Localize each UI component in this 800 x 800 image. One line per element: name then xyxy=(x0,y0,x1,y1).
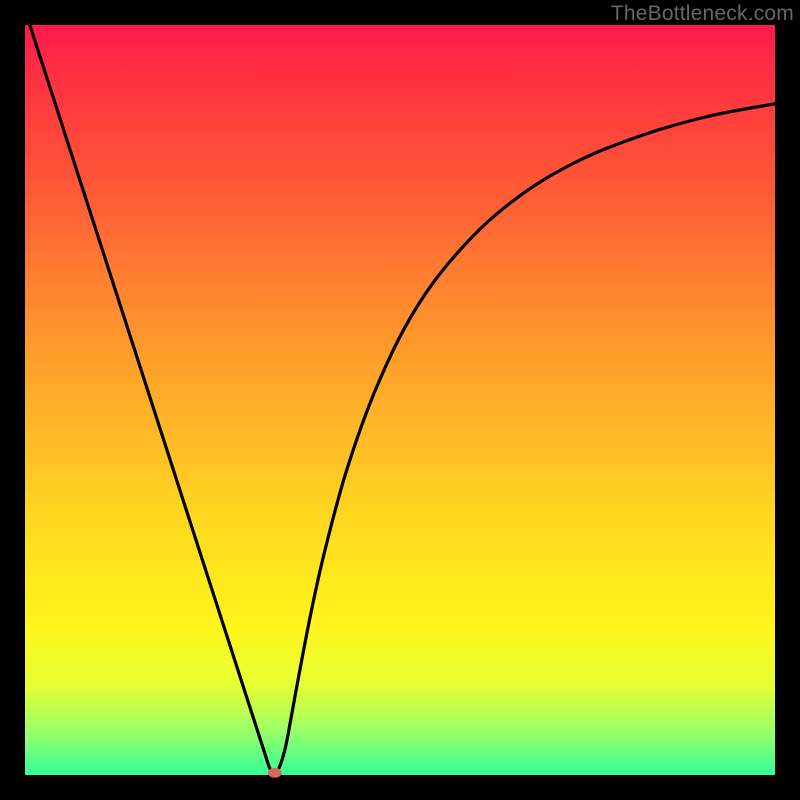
bottleneck-marker xyxy=(268,768,282,778)
curve-svg xyxy=(25,25,775,775)
plot-area xyxy=(25,25,775,775)
watermark-text: TheBottleneck.com xyxy=(611,2,794,26)
outer-frame: TheBottleneck.com xyxy=(0,0,800,800)
bottleneck-curve xyxy=(25,10,775,774)
